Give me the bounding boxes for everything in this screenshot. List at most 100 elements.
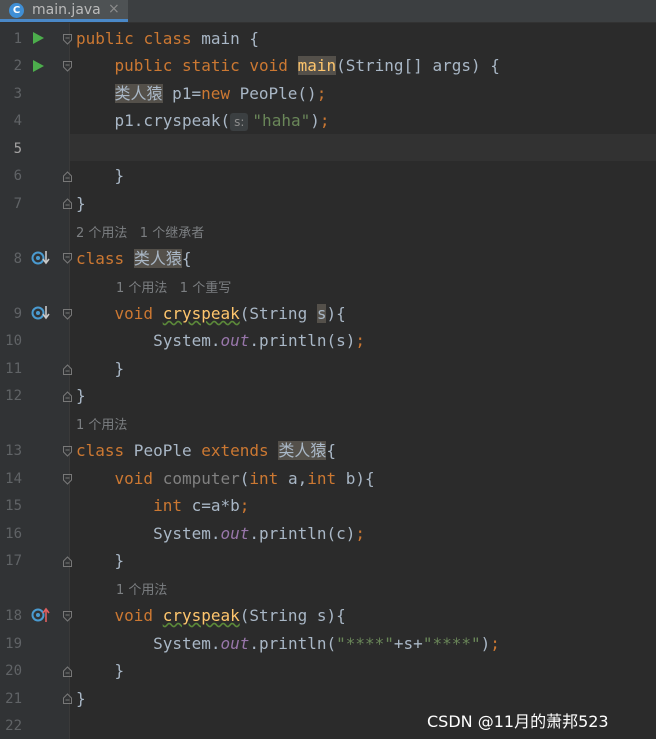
line-number: 19 bbox=[5, 636, 22, 652]
line-number: 17 bbox=[5, 553, 22, 569]
fold-collapse-icon[interactable] bbox=[62, 446, 73, 457]
code-text: } bbox=[114, 551, 125, 570]
code-text: a, bbox=[278, 469, 308, 488]
semicolon: ; bbox=[355, 524, 366, 543]
keyword: class bbox=[76, 249, 125, 268]
gutter-separator bbox=[69, 23, 70, 739]
class-name: PeoPle bbox=[124, 441, 202, 460]
code-text: p1.cryspeak( bbox=[114, 111, 231, 130]
code-text: } bbox=[114, 661, 125, 680]
code-line-8: class 类人猿{ bbox=[76, 248, 191, 270]
fold-collapse-icon[interactable] bbox=[62, 474, 73, 485]
semicolon: ; bbox=[319, 111, 330, 130]
usage-hint[interactable]: 1 个用法 bbox=[116, 579, 167, 598]
fold-end-icon[interactable] bbox=[62, 391, 73, 402]
code-text: ){ bbox=[326, 304, 346, 323]
line-number: 3 bbox=[13, 86, 22, 102]
tab-main-java[interactable]: C main.java × bbox=[0, 0, 128, 22]
code-text: } bbox=[114, 166, 125, 185]
keyword: void bbox=[249, 56, 288, 75]
keyword: int bbox=[249, 469, 279, 488]
code-line-15: int c=a*b; bbox=[76, 495, 249, 517]
code-line-11: } bbox=[76, 358, 125, 380]
line-number: 15 bbox=[5, 498, 22, 514]
keyword: new bbox=[201, 84, 230, 103]
fold-end-icon[interactable] bbox=[62, 666, 73, 677]
fold-end-icon[interactable] bbox=[62, 198, 73, 209]
fold-collapse-icon[interactable] bbox=[62, 61, 73, 72]
line-number: 16 bbox=[5, 526, 22, 542]
line-number: 18 bbox=[5, 608, 22, 624]
line-number: 22 bbox=[5, 718, 22, 734]
code-text: System. bbox=[153, 331, 221, 350]
class-reference: 类人猿 bbox=[114, 84, 163, 103]
code-line-2: public static void main(String[] args) { bbox=[76, 55, 500, 77]
keyword: int bbox=[307, 469, 337, 488]
fold-end-icon[interactable] bbox=[62, 364, 73, 375]
keyword: public bbox=[114, 56, 173, 75]
keyword: void bbox=[114, 606, 154, 625]
close-icon[interactable]: × bbox=[108, 1, 120, 17]
code-text: ) bbox=[480, 634, 491, 653]
overrides-up-icon[interactable] bbox=[31, 607, 50, 623]
usage-hint[interactable]: 1 个用法 1 个重写 bbox=[116, 277, 231, 296]
code-text: (String[] args) { bbox=[336, 56, 500, 75]
overridden-down-icon[interactable] bbox=[31, 305, 50, 321]
line-number: 11 bbox=[5, 361, 22, 377]
string-literal: "****" bbox=[336, 634, 394, 653]
fold-end-icon[interactable] bbox=[62, 693, 73, 704]
run-icon[interactable] bbox=[33, 60, 44, 72]
class-reference: 类人猿 bbox=[278, 441, 327, 460]
watermark: CSDN @11月的萧邦523 bbox=[427, 712, 609, 731]
string-literal: "haha" bbox=[252, 111, 311, 130]
code-line-9: void cryspeak(String s){ bbox=[76, 303, 346, 325]
keyword: class bbox=[143, 29, 192, 48]
code-text: } bbox=[114, 359, 125, 378]
line-number: 2 bbox=[13, 58, 22, 74]
semicolon: ; bbox=[355, 331, 366, 350]
code-line-16: System.out.println(c); bbox=[76, 523, 365, 545]
code-text: } bbox=[76, 386, 86, 405]
current-line-highlight bbox=[70, 134, 656, 161]
keyword: void bbox=[114, 304, 154, 323]
code-text: ( bbox=[239, 469, 250, 488]
code-text: } bbox=[76, 194, 86, 213]
code-line-19: System.out.println("****"+s+"****"); bbox=[76, 633, 500, 655]
code-text: main { bbox=[191, 29, 260, 48]
run-icon[interactable] bbox=[33, 32, 44, 44]
method-name: cryspeak bbox=[162, 606, 240, 625]
keyword: class bbox=[76, 441, 125, 460]
fold-end-icon[interactable] bbox=[62, 556, 73, 567]
fold-collapse-icon[interactable] bbox=[62, 309, 73, 320]
line-number: 10 bbox=[5, 333, 22, 349]
code-text: PeoPle() bbox=[229, 84, 317, 103]
code-text: +s+ bbox=[393, 634, 423, 653]
line-number: 12 bbox=[5, 388, 22, 404]
code-line-21: } bbox=[76, 688, 86, 710]
static-field: out bbox=[220, 331, 250, 350]
fold-end-icon[interactable] bbox=[62, 171, 73, 182]
code-text: System. bbox=[153, 634, 221, 653]
code-text: b){ bbox=[336, 469, 375, 488]
line-number: 8 bbox=[13, 251, 22, 267]
implemented-down-icon[interactable] bbox=[31, 250, 50, 266]
code-line-14: void computer(int a,int b){ bbox=[76, 468, 375, 490]
code-text: .println(s) bbox=[249, 331, 356, 350]
method-name: main bbox=[297, 56, 337, 75]
line-number: 9 bbox=[13, 306, 22, 322]
code-line-18: void cryspeak(String s){ bbox=[76, 605, 346, 627]
code-line-13: class PeoPle extends 类人猿{ bbox=[76, 440, 336, 462]
usage-hint[interactable]: 1 个用法 bbox=[76, 414, 127, 433]
line-number: 1 bbox=[13, 31, 22, 47]
usage-hint[interactable]: 2 个用法 1 个继承者 bbox=[76, 222, 204, 241]
fold-collapse-icon[interactable] bbox=[62, 611, 73, 622]
keyword: static bbox=[181, 56, 240, 75]
line-number: 20 bbox=[5, 663, 22, 679]
fold-collapse-icon[interactable] bbox=[62, 34, 73, 45]
static-field: out bbox=[220, 634, 250, 653]
class-name: 类人猿 bbox=[133, 249, 182, 268]
line-number: 21 bbox=[5, 691, 22, 707]
fold-collapse-icon[interactable] bbox=[62, 253, 73, 264]
keyword: void bbox=[114, 469, 154, 488]
